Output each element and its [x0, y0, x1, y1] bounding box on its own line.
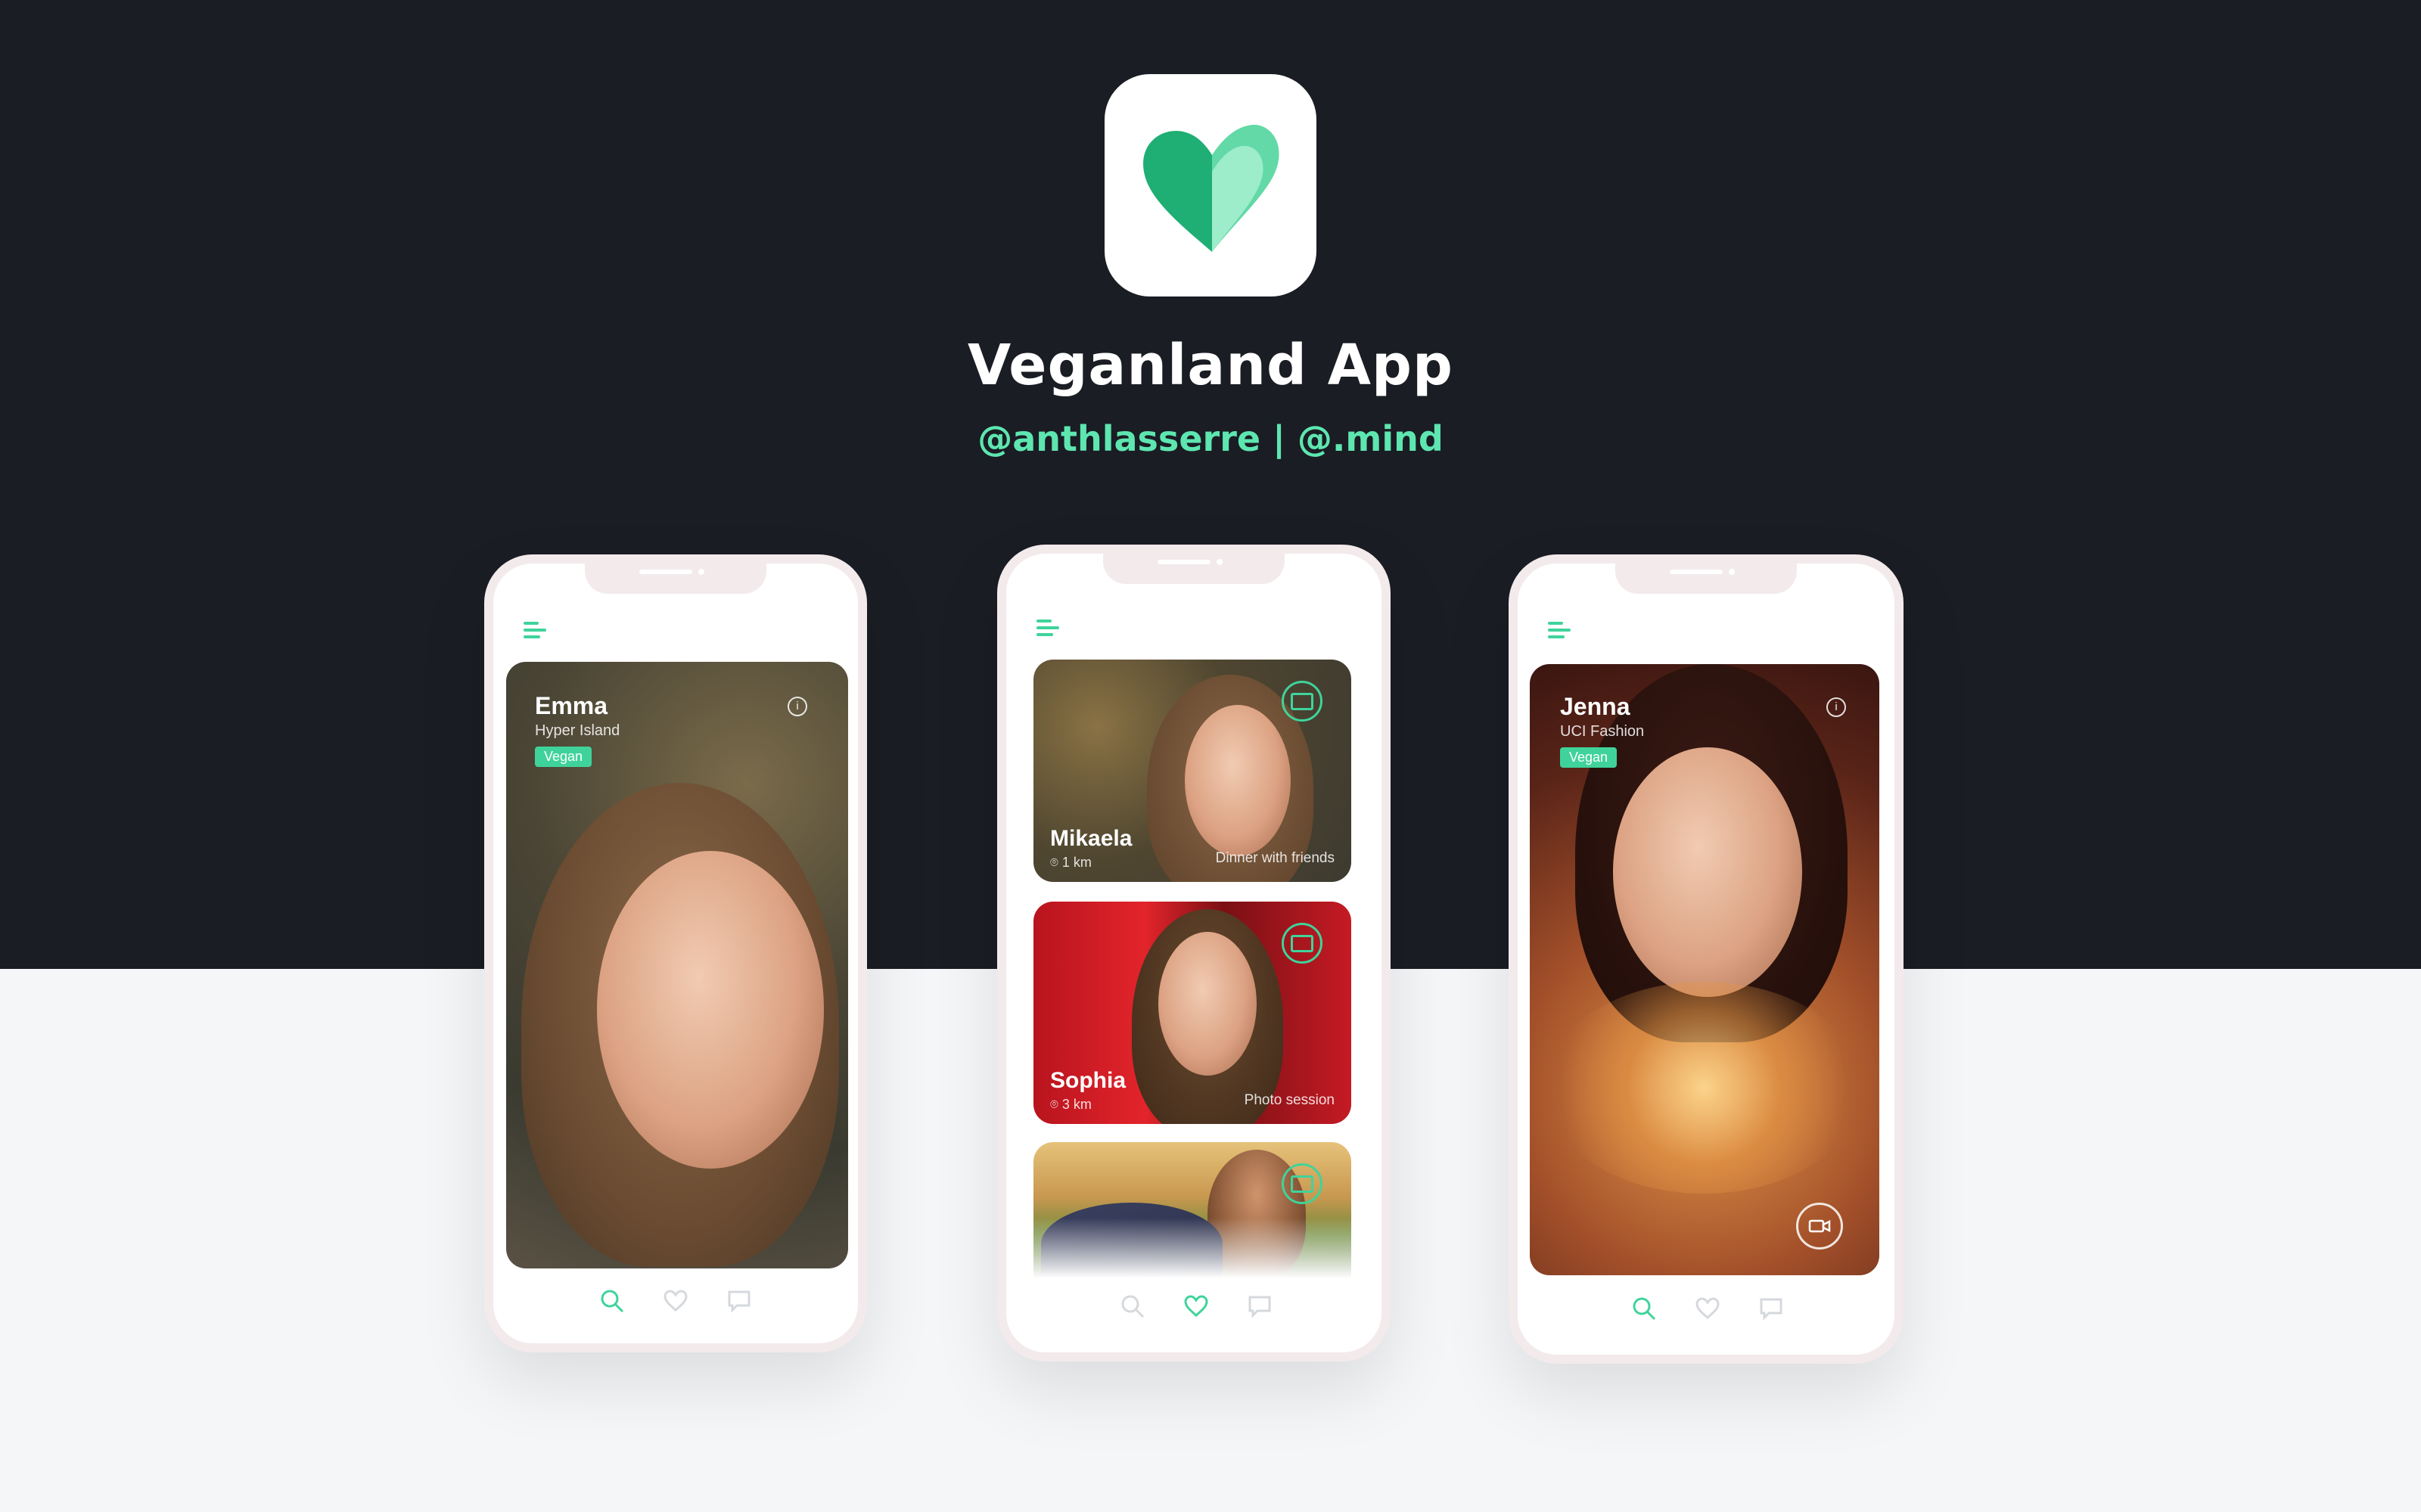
profile-card-emma[interactable]: Emma Hyper Island Vegan i	[506, 662, 848, 1268]
match-card-partial[interactable]	[1033, 1142, 1351, 1278]
card-activity: Photo session	[1244, 1092, 1335, 1108]
card-fade	[1033, 1218, 1351, 1278]
glitter-shape	[1545, 982, 1863, 1194]
bottom-nav	[1120, 1293, 1273, 1319]
profile-card-jenna[interactable]: Jenna UCI Fashion Vegan i	[1530, 664, 1879, 1275]
message-icon[interactable]	[1758, 1296, 1784, 1321]
search-icon[interactable]	[1120, 1293, 1145, 1319]
card-name: Sophia	[1050, 1068, 1127, 1093]
menu-icon[interactable]	[1548, 622, 1574, 641]
match-card-sophia[interactable]: Sophia ⌾ 3 km Photo session	[1033, 902, 1351, 1124]
match-card-mikaela[interactable]: Mikaela ⌾ 1 km Dinner with friends	[1033, 660, 1351, 882]
bottom-nav	[1631, 1296, 1784, 1321]
face-shape	[1185, 705, 1291, 856]
heart-icon[interactable]	[1695, 1296, 1720, 1321]
app-title: Veganland App	[968, 333, 1453, 398]
vegan-badge: Vegan	[1560, 747, 1618, 768]
menu-icon[interactable]	[524, 622, 549, 641]
heart-icon[interactable]	[1183, 1293, 1209, 1319]
profile-name: Emma	[535, 692, 608, 719]
video-icon[interactable]	[1796, 1203, 1843, 1250]
menu-icon[interactable]	[1036, 619, 1062, 639]
message-icon[interactable]	[1247, 1293, 1273, 1319]
phone-left: Emma Hyper Island Vegan i	[484, 554, 867, 1352]
card-distance-text: 3 km	[1061, 1097, 1092, 1112]
phone-notch	[1103, 554, 1285, 584]
bottom-nav	[599, 1288, 752, 1314]
vegan-badge: Vegan	[535, 747, 592, 767]
phone-notch	[585, 564, 766, 594]
card-name: Mikaela	[1050, 826, 1133, 851]
profile-subtitle: UCI Fashion	[1560, 723, 1645, 740]
app-credits: @anthlasserre | @.mind	[977, 418, 1444, 459]
phone-notch	[1615, 564, 1797, 594]
info-icon[interactable]: i	[788, 697, 807, 716]
card-distance: ⌾ 3 km	[1050, 1097, 1092, 1113]
info-icon[interactable]: i	[1826, 697, 1846, 717]
face-shape	[1158, 932, 1257, 1076]
location-pin-icon: ⌾	[1050, 855, 1062, 870]
phone-right: Jenna UCI Fashion Vegan i	[1509, 554, 1904, 1364]
app-logo-heart-icon	[1143, 125, 1279, 252]
search-icon[interactable]	[599, 1288, 625, 1314]
app-logo	[1105, 74, 1316, 297]
card-activity: Dinner with friends	[1215, 850, 1335, 866]
phone-center: Mikaela ⌾ 1 km Dinner with friends Sophi…	[997, 545, 1391, 1361]
search-icon[interactable]	[1631, 1296, 1657, 1321]
message-icon[interactable]	[726, 1288, 752, 1314]
chat-icon[interactable]	[1282, 1163, 1322, 1204]
face-shape	[597, 851, 824, 1169]
location-pin-icon: ⌾	[1050, 1097, 1062, 1112]
heart-icon[interactable]	[663, 1288, 688, 1314]
card-distance: ⌾ 1 km	[1050, 855, 1092, 871]
profile-subtitle: Hyper Island	[535, 722, 620, 739]
chat-icon[interactable]	[1282, 681, 1322, 722]
chat-icon[interactable]	[1282, 923, 1322, 964]
profile-name: Jenna	[1560, 693, 1630, 720]
card-distance-text: 1 km	[1061, 855, 1092, 870]
face-shape	[1613, 747, 1802, 997]
